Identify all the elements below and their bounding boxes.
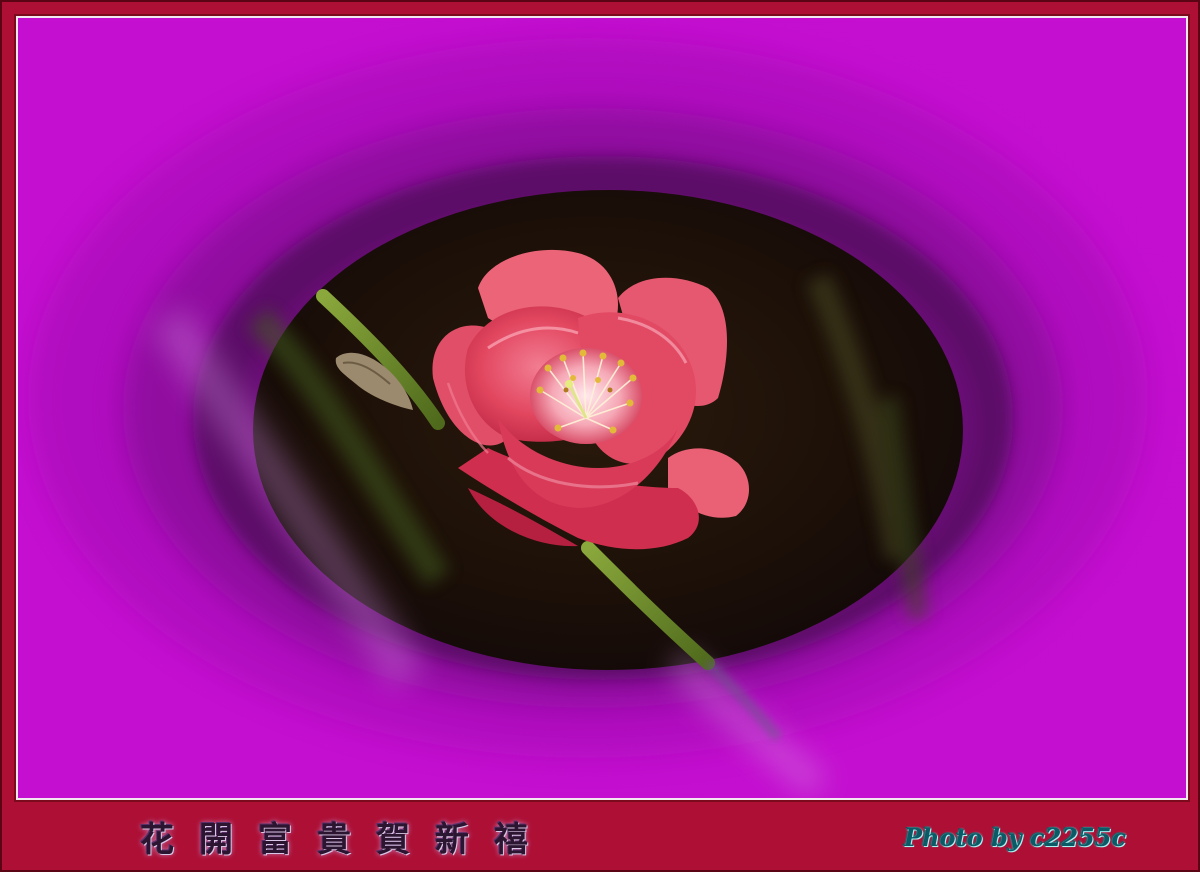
photo-canvas	[18, 18, 1186, 798]
photo-credit: Photo by c2255c	[904, 823, 1127, 852]
greeting-caption: 花開富貴賀新禧	[140, 820, 553, 860]
photo-frame: 花開富貴賀新禧 Photo by c2255c	[0, 0, 1200, 872]
photo-area	[14, 14, 1190, 802]
